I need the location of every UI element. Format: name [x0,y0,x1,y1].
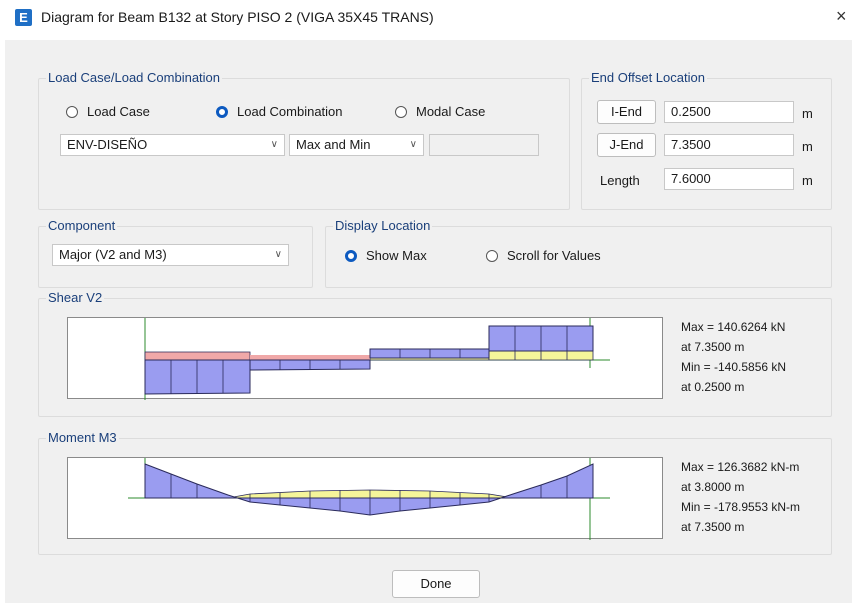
close-icon[interactable]: × [836,6,847,27]
shear-red-mid [250,355,370,360]
j-end-button[interactable]: J-End [597,133,656,157]
j-end-field[interactable]: 7.3500 [664,134,794,156]
shear-min-location: at 0.2500 m [681,380,745,394]
moment-min-location: at 7.3500 m [681,520,745,534]
i-end-button[interactable]: I-End [597,100,656,124]
end-offset-group: End Offset Location I-End 0.2500 m J-End… [581,70,832,210]
j-end-unit: m [802,139,813,154]
moment-diagram-svg [128,458,610,540]
radio-scroll-values-label: Scroll for Values [507,248,601,263]
radio-scroll-values[interactable]: Scroll for Values [486,248,601,263]
shear-blue-left [144,359,251,395]
radio-show-max-label: Show Max [366,248,427,263]
chevron-down-icon: ∨ [409,139,417,150]
radio-modal-case-label: Modal Case [416,104,486,119]
load-case-group-title: Load Case/Load Combination [46,70,223,85]
shear-blue-mid-right [369,348,490,359]
shear-readout: Max = 140.6264 kN at 7.3500 m Min = -140… [681,317,786,397]
radio-scroll-values-circle[interactable] [486,249,498,262]
combination-select-value: ENV-DISEÑO [67,137,148,152]
moment-blue [144,463,594,516]
component-select-value: Major (V2 and M3) [59,247,167,262]
moment-max-location: at 3.8000 m [681,480,745,494]
max-min-select[interactable]: Max and Min ∨ [289,134,424,156]
moment-group-title: Moment M3 [46,430,119,445]
moment-yellow [227,489,514,499]
i-end-field[interactable]: 0.2500 [664,101,794,123]
disabled-field [429,134,539,156]
diagram-dialog: Load Case/Load Combination Load Case Loa… [5,40,852,603]
load-case-group: Load Case/Load Combination Load Case Loa… [38,70,570,210]
shear-diagram-svg [144,318,610,400]
length-label: Length [600,173,640,188]
title-bar: E Diagram for Beam B132 at Story PISO 2 … [0,0,852,40]
radio-load-case-circle[interactable] [66,105,78,118]
moment-group: Moment M3 Max = 126.3682 kN-m at 3.8000 … [38,430,832,555]
shear-group-title: Shear V2 [46,290,105,305]
moment-readout: Max = 126.3682 kN-m at 3.8000 m Min = -1… [681,457,800,537]
chevron-down-icon: ∨ [274,249,282,260]
radio-load-combination-label: Load Combination [237,104,343,119]
display-location-group: Display Location Show Max Scroll for Val… [325,218,832,288]
i-end-unit: m [802,106,813,121]
radio-load-case[interactable]: Load Case [66,104,150,119]
combination-select[interactable]: ENV-DISEÑO ∨ [60,134,285,156]
radio-show-max[interactable]: Show Max [345,248,427,263]
component-select[interactable]: Major (V2 and M3) ∨ [52,244,289,266]
moment-min: Min = -178.9553 kN-m [681,500,801,514]
shear-max-location: at 7.3500 m [681,340,745,354]
shear-group: Shear V2 Max = 140.6264 kN at 7.3500 m M… [38,290,832,417]
shear-diagram [67,317,663,400]
shear-max: Max = 140.6264 kN [681,320,786,334]
display-location-group-title: Display Location [333,218,433,233]
radio-modal-case[interactable]: Modal Case [395,104,485,119]
length-unit: m [802,173,813,188]
component-group: Component Major (V2 and M3) ∨ [38,218,313,288]
length-field[interactable]: 7.6000 [664,168,794,190]
radio-load-combination[interactable]: Load Combination [216,104,343,119]
window-title: Diagram for Beam B132 at Story PISO 2 (V… [41,9,434,25]
max-min-select-value: Max and Min [296,137,371,152]
etabs-app-icon: E [15,9,32,26]
end-offset-group-title: End Offset Location [589,70,707,85]
shear-red-left [144,351,251,361]
moment-max: Max = 126.3682 kN-m [681,460,800,474]
chevron-down-icon: ∨ [270,139,278,150]
radio-load-case-label: Load Case [87,104,150,119]
radio-load-combination-circle[interactable] [216,105,228,118]
moment-diagram [67,457,663,540]
shear-min: Min = -140.5856 kN [681,360,787,374]
component-group-title: Component [46,218,118,233]
radio-modal-case-circle[interactable] [395,105,407,118]
radio-show-max-circle[interactable] [345,249,357,262]
done-button[interactable]: Done [392,570,480,598]
